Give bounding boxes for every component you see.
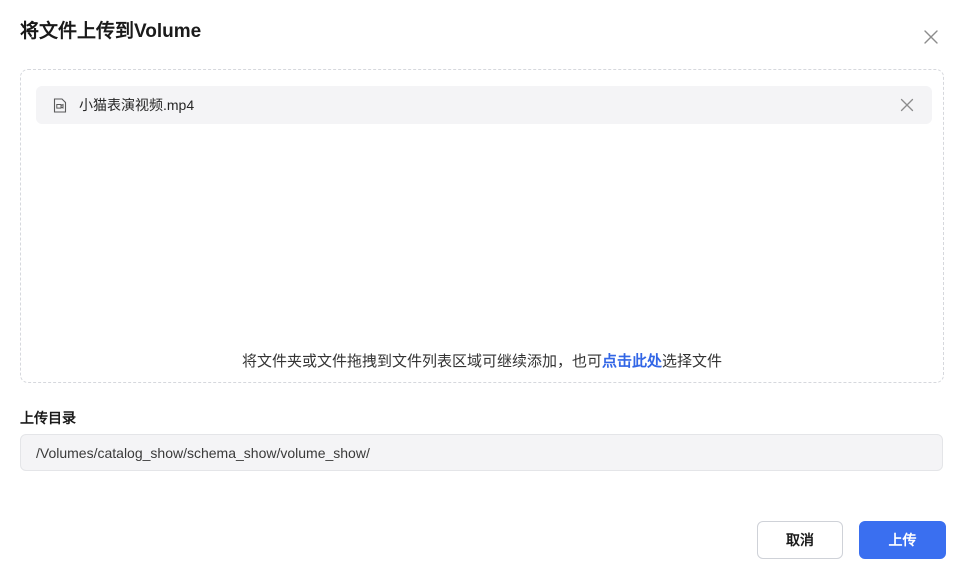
file-dropzone[interactable]: 小猫表演视频.mp4 将文件夹或文件拖拽到文件列表区域可继续添加，也可点击此处选… xyxy=(20,69,944,383)
upload-dir-input[interactable] xyxy=(20,434,943,471)
remove-file-icon[interactable] xyxy=(900,98,914,112)
drop-hint-suffix: 选择文件 xyxy=(662,353,723,370)
select-files-link[interactable]: 点击此处 xyxy=(602,353,662,370)
drop-hint-prefix: 将文件夹或文件拖拽到文件列表区域可继续添加，也可 xyxy=(241,353,602,370)
upload-button[interactable]: 上传 xyxy=(859,521,946,559)
dialog-title: 将文件上传到Volume xyxy=(20,21,202,42)
file-name: 小猫表演视频.mp4 xyxy=(79,97,195,113)
cancel-button[interactable]: 取消 xyxy=(757,521,843,559)
video-file-icon xyxy=(53,98,67,113)
close-icon[interactable] xyxy=(922,28,940,46)
drop-hint: 将文件夹或文件拖拽到文件列表区域可继续添加，也可点击此处选择文件 xyxy=(21,350,943,371)
file-list-item: 小猫表演视频.mp4 xyxy=(36,86,932,124)
upload-dir-label: 上传目录 xyxy=(20,410,76,426)
upload-dialog: 将文件上传到Volume 小猫表演视频.mp4 将文件夹或文件拖拽到文件列表区域… xyxy=(0,0,960,573)
